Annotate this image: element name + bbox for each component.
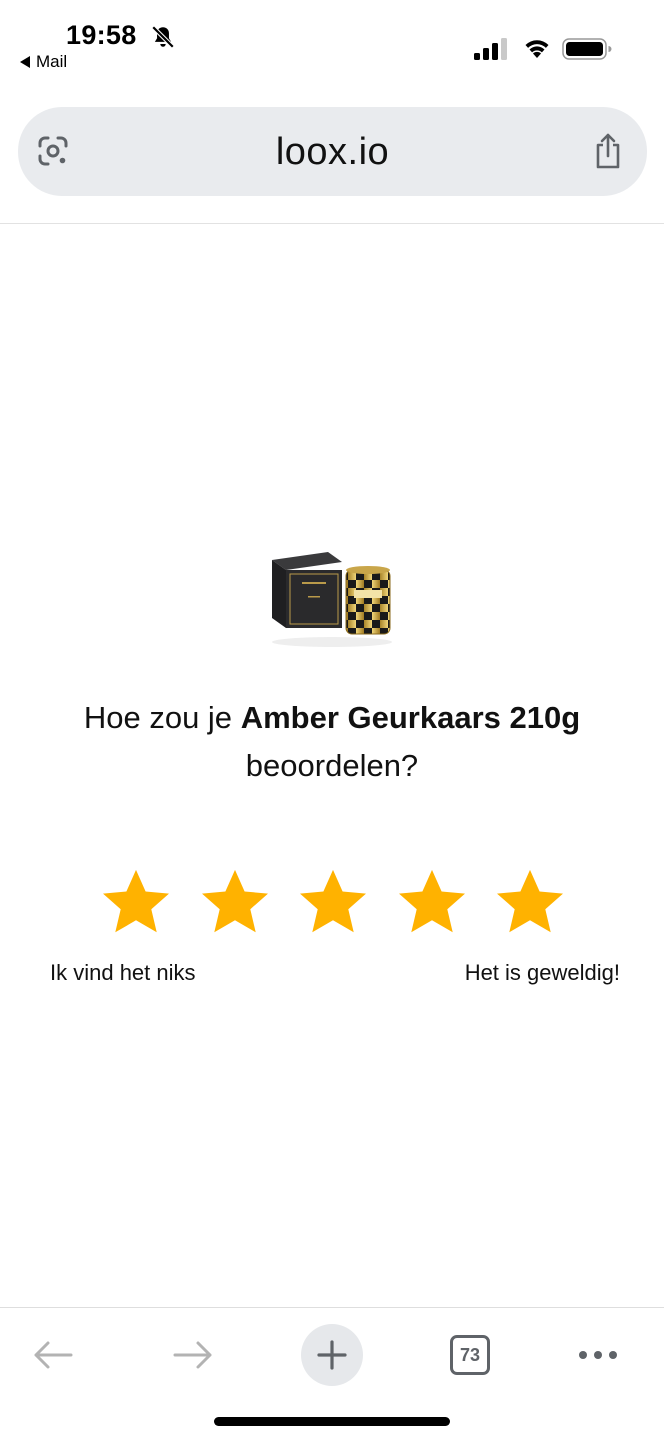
product-image (272, 552, 392, 647)
share-icon[interactable] (593, 132, 623, 170)
new-tab-button[interactable] (301, 1324, 363, 1386)
star-2-icon[interactable] (199, 866, 271, 938)
forward-button[interactable] (162, 1324, 224, 1386)
star-3-icon[interactable] (297, 866, 369, 938)
more-button[interactable] (567, 1324, 629, 1386)
back-button[interactable] (22, 1324, 84, 1386)
product-name: Amber Geurkaars 210g (240, 700, 581, 735)
address-bar[interactable]: loox.io (18, 107, 647, 196)
back-mail-label: Mail (36, 52, 68, 71)
wifi-icon (525, 40, 549, 58)
star-rating (100, 866, 566, 940)
status-bar: 19:58 Mail (0, 0, 664, 80)
plus-icon (317, 1340, 347, 1370)
status-time: 19:58 (66, 20, 137, 50)
top-divider (0, 223, 664, 224)
back-to-mail-link[interactable]: Mail (20, 52, 67, 72)
forward-arrow-icon (173, 1341, 212, 1369)
tab-count: 73 (459, 1344, 481, 1365)
star-1-icon[interactable] (100, 866, 172, 938)
star-5-icon[interactable] (494, 866, 566, 938)
review-question: Hoe zou je Amber Geurkaars 210g beoordel… (20, 694, 644, 790)
url-text[interactable]: loox.io (18, 131, 647, 174)
browser-toolbar: 73 (0, 1308, 664, 1388)
question-prefix: Hoe zou je (83, 700, 233, 735)
tabs-icon: 73 (450, 1335, 490, 1375)
bell-off-icon (151, 25, 175, 49)
question-suffix: beoordelen? (245, 748, 419, 783)
rating-label-low: Ik vind het niks (50, 960, 196, 985)
star-4-icon[interactable] (396, 866, 468, 938)
more-icon (579, 1351, 617, 1359)
back-arrow-icon (34, 1341, 73, 1369)
back-triangle-icon (20, 56, 30, 68)
battery-icon (562, 38, 612, 60)
rating-label-high: Het is geweldig! (464, 960, 620, 985)
cellular-signal-icon (474, 38, 507, 60)
home-indicator (214, 1417, 450, 1426)
tabs-button[interactable]: 73 (439, 1324, 501, 1386)
